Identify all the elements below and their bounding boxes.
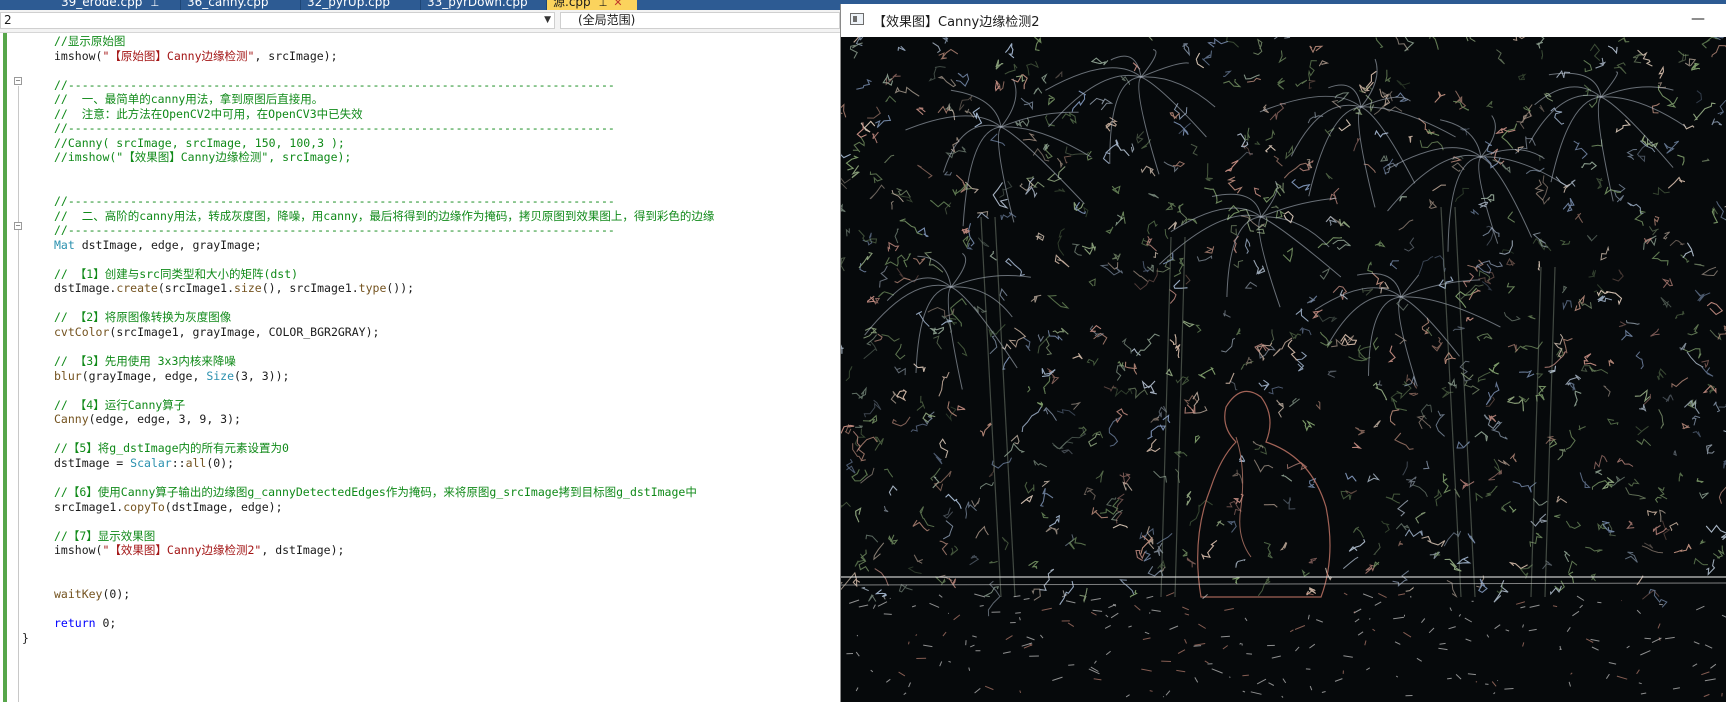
code-token: "【效果图】Canny边缘检测2" bbox=[102, 543, 262, 558]
code-token: Size bbox=[206, 368, 235, 383]
code-line: Mat dstImage, edge, grayImage; bbox=[54, 237, 262, 253]
code-line: return 0; bbox=[54, 615, 116, 631]
code-line: dstImage = Scalar::all(0); bbox=[54, 455, 234, 471]
code-token: (), srcImage1. bbox=[261, 281, 359, 296]
tab-label: 33_pyrDown.cpp bbox=[427, 0, 528, 9]
code-line: //imshow("【效果图】Canny边缘检测", srcImage); bbox=[54, 149, 351, 165]
code-token: Canny bbox=[54, 412, 89, 427]
code-token: blur bbox=[54, 368, 82, 383]
window-app-icon bbox=[850, 13, 864, 25]
edge-detection-image bbox=[841, 37, 1726, 698]
collapse-icon[interactable]: − bbox=[14, 77, 22, 85]
code-line: imshow("【效果图】Canny边缘检测2", dstImage); bbox=[54, 542, 344, 558]
code-token: waitKey bbox=[54, 586, 103, 601]
code-token: (srcImage1, grayImage, COLOR_BGR2GRAY); bbox=[109, 325, 380, 339]
code-token: 0; bbox=[95, 616, 117, 630]
code-token: , dstImage); bbox=[261, 543, 345, 558]
code-line: } bbox=[22, 630, 29, 646]
code-token: // 二、高阶的canny用法，转成灰度图，降噪，用canny，最后将得到的边缘… bbox=[54, 208, 715, 223]
code-token: // 【3】先用使用 3x3内核来降噪 bbox=[54, 354, 236, 369]
scope-dropdown[interactable]: (全局范围) bbox=[560, 12, 840, 29]
close-icon[interactable]: ✕ bbox=[613, 0, 622, 9]
code-token: // 注意：此方法在OpenCV2中可用，在OpenCV3中已失效 bbox=[54, 106, 363, 121]
code-token: (grayImage, edge, bbox=[81, 368, 207, 383]
code-token: size bbox=[234, 281, 262, 296]
code-token: (0); bbox=[102, 586, 131, 601]
code-token: (3, 3)); bbox=[234, 368, 290, 383]
code-token: //--------------------------------------… bbox=[54, 223, 615, 238]
code-line: cvtColor(srcImage1, grayImage, COLOR_BGR… bbox=[54, 324, 379, 340]
code-token: , srcImage); bbox=[254, 48, 338, 63]
code-token: Scalar bbox=[130, 455, 172, 470]
tab-label: 源.cpp bbox=[553, 0, 591, 9]
code-editor[interactable]: − − //显示原始图 imshow("【原始图】Canny边缘检测", srcI… bbox=[0, 33, 840, 702]
code-token: //【7】显示效果图 bbox=[54, 528, 156, 543]
tab-2[interactable]: 32_pyrUp.cpp bbox=[301, 0, 421, 10]
tab-4[interactable]: 源.cpp ⊥ ✕ bbox=[547, 0, 637, 10]
code-token: // 一、最简单的canny用法，拿到原图后直接用。 bbox=[54, 92, 324, 107]
code-token: (dstImage, edge); bbox=[164, 499, 283, 514]
code-token: copyTo bbox=[123, 499, 165, 514]
code-token: //【5】将g_dstImage内的所有元素设置为0 bbox=[54, 441, 289, 456]
code-token: (edge, edge, 3, 9, 3); bbox=[88, 412, 241, 427]
code-token: return bbox=[54, 616, 96, 630]
code-token: //--------------------------------------… bbox=[54, 194, 615, 209]
tab-1[interactable]: 36_canny.cpp bbox=[181, 0, 301, 10]
code-line: blur(grayImage, edge, Size(3, 3)); bbox=[54, 368, 289, 384]
code-token: imshow( bbox=[54, 543, 103, 558]
code-line: Canny(edge, edge, 3, 9, 3); bbox=[54, 411, 241, 427]
pin-icon[interactable]: ⊥ bbox=[150, 0, 159, 9]
code-line: waitKey(0); bbox=[54, 586, 130, 602]
project-dropdown[interactable]: 2 ▼ bbox=[0, 12, 555, 29]
code-token: //--------------------------------------… bbox=[54, 121, 615, 136]
fold-guide-line bbox=[18, 86, 19, 702]
chevron-down-icon: ▼ bbox=[544, 15, 551, 25]
change-tracking-bar bbox=[3, 33, 7, 702]
code-token: // 【2】将原图像转换为灰度图像 bbox=[54, 310, 232, 325]
result-image-window[interactable]: 【效果图】Canny边缘检测2 — bbox=[840, 4, 1726, 702]
code-line: dstImage.create(srcImage1.size(), srcIma… bbox=[54, 280, 414, 296]
code-token: "【原始图】Canny边缘检测" bbox=[102, 48, 255, 63]
code-token: create bbox=[116, 281, 158, 296]
code-token: imshow( bbox=[54, 48, 103, 63]
tab-label: 39_erode.cpp bbox=[61, 0, 143, 9]
project-dropdown-value: 2 bbox=[4, 13, 12, 27]
tab-label: 36_canny.cpp bbox=[187, 0, 269, 9]
code-token: srcImage1. bbox=[54, 499, 124, 514]
tab-label: 32_pyrUp.cpp bbox=[307, 0, 390, 9]
window-title: 【效果图】Canny边缘检测2 bbox=[873, 15, 1040, 30]
code-token: (srcImage1. bbox=[157, 281, 235, 296]
canny-edge-image bbox=[841, 37, 1726, 702]
code-token: (0); bbox=[206, 455, 235, 470]
code-token: ()); bbox=[386, 281, 415, 296]
tab-0[interactable]: 39_erode.cpp ⊥ bbox=[55, 0, 181, 10]
scope-dropdown-value: (全局范围) bbox=[578, 13, 636, 27]
code-token: } bbox=[22, 630, 29, 645]
code-token: dstImage. bbox=[54, 281, 117, 296]
code-token: cvtColor bbox=[54, 325, 110, 339]
code-token: //【6】使用Canny算子输出的边缘图g_cannyDetectedEdges… bbox=[54, 485, 697, 500]
code-token: all bbox=[185, 455, 207, 470]
code-token: // 【4】运行Canny算子 bbox=[54, 397, 186, 412]
minimize-button[interactable]: — bbox=[1685, 8, 1711, 30]
pin-icon[interactable]: ⊥ bbox=[599, 0, 608, 9]
code-token: :: bbox=[171, 455, 186, 470]
code-token: dstImage = bbox=[54, 455, 131, 470]
tab-3[interactable]: 33_pyrDown.cpp bbox=[421, 0, 547, 10]
code-token: type bbox=[358, 281, 387, 296]
code-line: srcImage1.copyTo(dstImage, edge); bbox=[54, 499, 283, 515]
collapse-icon[interactable]: − bbox=[14, 222, 22, 230]
code-token: //Canny( srcImage, srcImage, 150, 100,3 … bbox=[54, 135, 345, 150]
code-token: //--------------------------------------… bbox=[54, 77, 615, 92]
code-token: // 【1】创建与src同类型和大小的矩阵(dst) bbox=[54, 266, 299, 281]
code-token: //显示原始图 bbox=[54, 34, 126, 48]
code-token: dstImage, edge, grayImage; bbox=[74, 237, 262, 252]
code-line: imshow("【原始图】Canny边缘检测", srcImage); bbox=[54, 48, 338, 64]
window-titlebar[interactable]: 【效果图】Canny边缘检测2 — bbox=[841, 4, 1726, 36]
code-token: //imshow("【效果图】Canny边缘检测", srcImage); bbox=[54, 150, 352, 165]
code-token: Mat bbox=[54, 237, 75, 252]
navigation-bar: 2 ▼ (全局范围) bbox=[0, 10, 840, 33]
